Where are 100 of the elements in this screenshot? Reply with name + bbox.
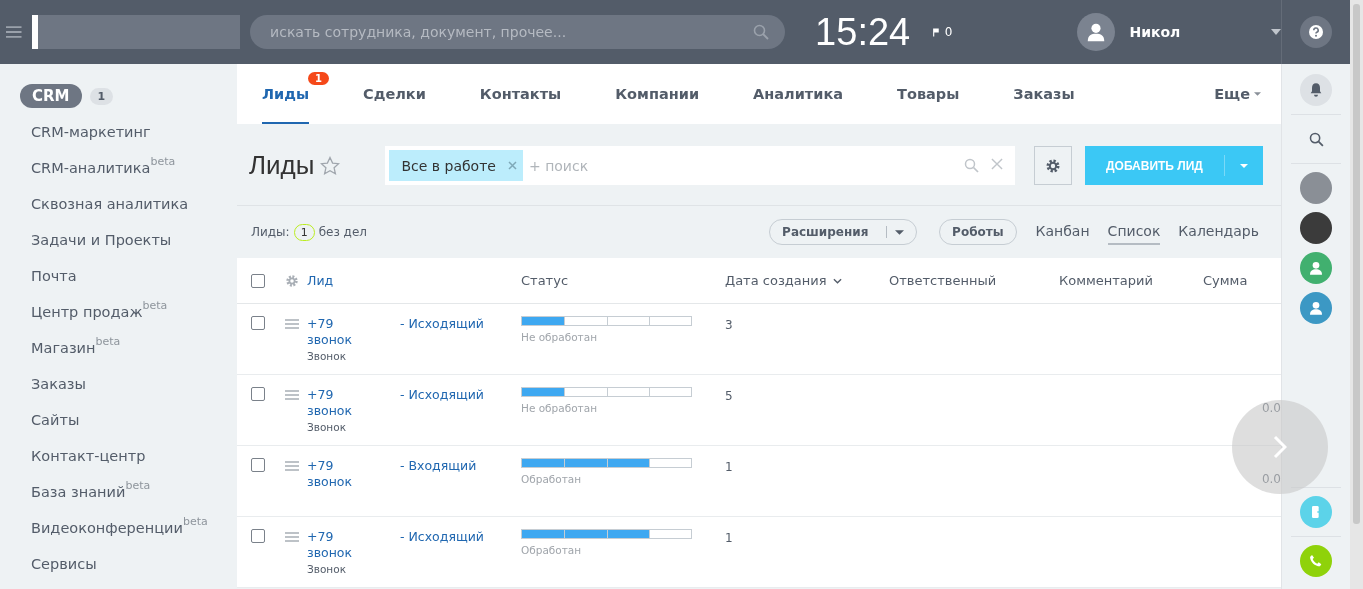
chevron-down-icon — [832, 277, 842, 284]
settings-button[interactable] — [1034, 146, 1072, 185]
sidebar-item[interactable]: CRM-маркетинг — [31, 124, 151, 140]
notifications-button[interactable] — [1300, 74, 1332, 106]
lead-link[interactable]: +79 — [307, 316, 400, 332]
column-header[interactable]: Ответственный — [889, 273, 1059, 288]
column-header[interactable]: Лид — [307, 273, 521, 288]
search-icon[interactable] — [964, 158, 979, 173]
settings-icon[interactable] — [285, 273, 299, 288]
robots-button[interactable]: Роботы — [939, 219, 1017, 245]
user-avatar[interactable] — [1077, 13, 1116, 51]
tab[interactable]: Компании — [615, 64, 700, 124]
user-name[interactable]: Никол — [1129, 24, 1257, 40]
view-tab[interactable]: Список — [1107, 219, 1161, 245]
date-cell-text: 5 — [725, 388, 734, 403]
crm-menu-title[interactable]: CRM — [20, 84, 82, 108]
view-tab[interactable]: Канбан — [1035, 219, 1090, 245]
caret-icon[interactable] — [1271, 29, 1281, 35]
phone-transfer-button[interactable] — [1300, 496, 1332, 528]
lead-link[interactable]: +79 — [307, 529, 400, 545]
tab[interactable]: Заказы — [1013, 64, 1075, 124]
drag-handle-icon[interactable] — [285, 461, 299, 471]
call-button[interactable] — [1300, 545, 1332, 577]
lead-link[interactable]: - Исходящий — [400, 387, 521, 403]
row-checkbox[interactable] — [251, 387, 265, 401]
sidebar-item[interactable]: Почта — [31, 268, 77, 284]
column-header[interactable]: Дата создания — [725, 273, 889, 288]
beta-label: beta — [95, 335, 121, 348]
flag-icon[interactable] — [931, 27, 941, 37]
clock-text: 15:24 — [815, 10, 912, 54]
caret-icon — [1254, 92, 1261, 96]
scrollbar-thumb[interactable] — [1353, 4, 1360, 524]
lead-link[interactable]: звонок — [307, 474, 521, 490]
date-cell-text: 1 — [725, 530, 734, 545]
counter-badge: 1 — [89, 87, 114, 105]
counter-badge: 1 — [308, 72, 330, 85]
column-header[interactable]: Сумма — [1203, 273, 1281, 288]
source-label: Звонок — [307, 420, 347, 435]
tab[interactable]: Сделки — [363, 64, 426, 124]
sidebar-item[interactable]: Магазин — [31, 340, 96, 356]
search-field[interactable]: искать сотрудника, документ, прочее... — [250, 15, 786, 49]
sidebar-item[interactable]: Контакт-центр — [31, 448, 146, 464]
status-text: Не обработан — [521, 331, 598, 343]
sidebar-item[interactable]: CRM-аналитика — [31, 160, 151, 176]
status-text: Не обработан — [521, 402, 598, 414]
filter-tag[interactable]: Все в работе — [389, 150, 523, 181]
lead-link[interactable]: - Исходящий — [400, 316, 521, 332]
lead-link[interactable]: +79 — [307, 458, 400, 474]
lead-link[interactable]: звонок — [307, 332, 521, 348]
beta-label: beta — [142, 299, 168, 312]
column-header[interactable]: Комментарий — [1059, 273, 1203, 288]
search-icon — [1307, 130, 1325, 148]
sidebar-item[interactable]: Видеоконференции — [31, 520, 183, 536]
row-checkbox[interactable] — [251, 529, 265, 543]
user-avatar[interactable] — [1300, 292, 1332, 324]
filter-field[interactable]: Все в работе + поиск — [385, 146, 1015, 185]
lead-link[interactable]: +79 — [307, 387, 400, 403]
extensions-button[interactable]: Расширения — [769, 219, 918, 245]
lead-link[interactable]: - Входящий — [400, 458, 521, 474]
sidebar-item[interactable]: Центр продаж — [31, 304, 143, 320]
lead-link[interactable]: - Исходящий — [400, 529, 521, 545]
sidebar-item[interactable]: Сквозная аналитика — [31, 196, 189, 212]
sidebar-item[interactable]: Сайты — [31, 412, 80, 428]
bell-icon — [1308, 82, 1324, 98]
date-cell-text: 1 — [725, 459, 734, 474]
star-icon[interactable] — [320, 155, 341, 176]
logo-placeholder[interactable] — [31, 15, 241, 49]
tab[interactable]: Товары — [897, 64, 960, 124]
beta-label: beta — [125, 479, 151, 492]
sidebar-item[interactable]: Заказы — [31, 376, 86, 392]
settings-icon — [1045, 157, 1061, 174]
drag-handle-icon[interactable] — [285, 319, 299, 329]
column-header[interactable]: Статус — [521, 273, 725, 288]
more-tab[interactable]: Еще — [1214, 64, 1261, 124]
search-icon[interactable] — [753, 24, 770, 40]
menu-icon[interactable] — [6, 26, 22, 38]
lead-link[interactable]: звонок — [307, 403, 521, 419]
status-text: Обработан — [521, 544, 583, 556]
caret-icon — [1240, 163, 1248, 168]
tab[interactable]: Аналитика — [753, 64, 844, 124]
sidebar-item[interactable]: Задачи и Проекты — [31, 232, 172, 248]
close-icon[interactable] — [991, 158, 1003, 170]
row-checkbox[interactable] — [251, 316, 265, 330]
photo-placeholder[interactable] — [1300, 212, 1332, 244]
tab[interactable]: Контакты — [479, 64, 562, 124]
lead-link[interactable]: звонок — [307, 545, 521, 561]
select-all-checkbox[interactable] — [251, 273, 265, 288]
sidebar-item[interactable]: База знаний — [31, 484, 126, 500]
row-checkbox[interactable] — [251, 458, 265, 472]
leads-count-label: Лиды: — [251, 225, 290, 239]
drag-handle-icon[interactable] — [285, 390, 299, 400]
close-icon[interactable] — [507, 161, 517, 170]
drag-handle-icon[interactable] — [285, 532, 299, 542]
status-text: Обработан — [521, 473, 583, 485]
flag-count: 0 — [944, 25, 953, 39]
phone-handset-icon — [1308, 553, 1324, 569]
page-title: Лиды — [249, 150, 315, 181]
help-button[interactable] — [1300, 16, 1332, 48]
sidebar-item[interactable]: Сервисы — [31, 556, 97, 572]
view-tab[interactable]: Календарь — [1178, 219, 1259, 245]
